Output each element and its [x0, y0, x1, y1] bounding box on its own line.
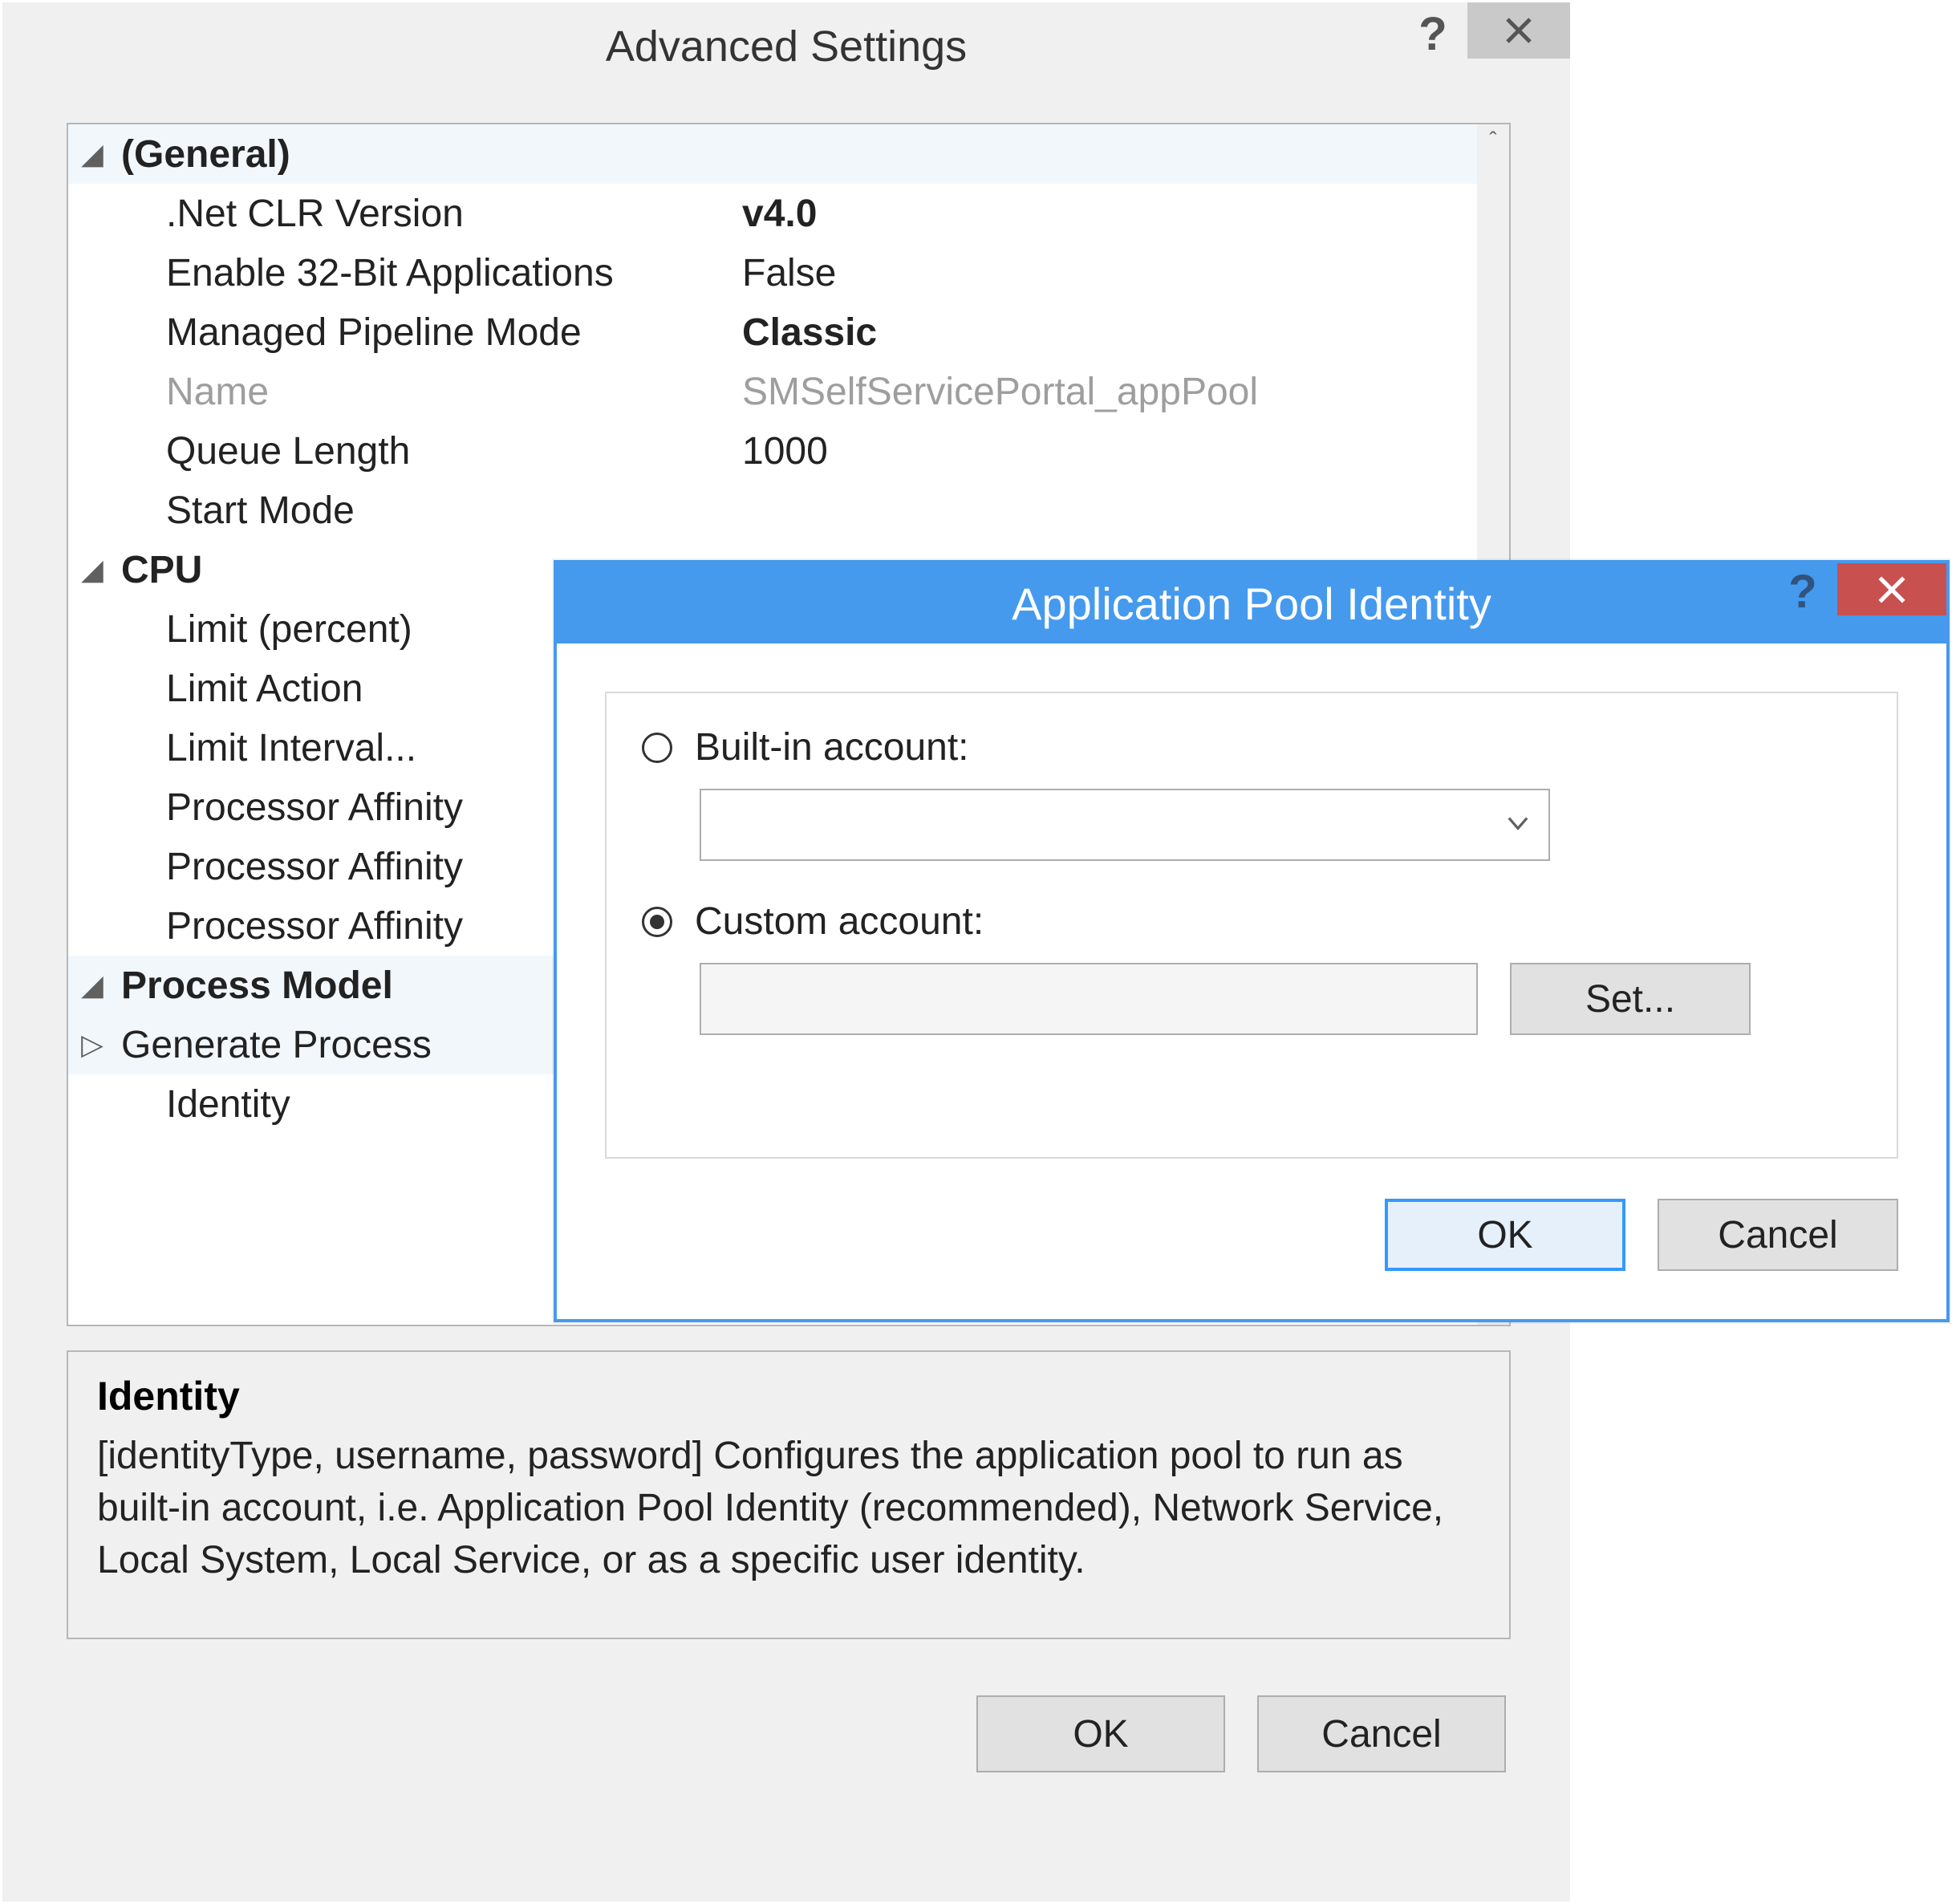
api-titlebar[interactable]: Application Pool Identity ?: [557, 563, 1946, 643]
built-in-account-combo[interactable]: [700, 789, 1550, 861]
property-help-panel: Identity [identityType, username, passwo…: [67, 1350, 1511, 1639]
expand-icon[interactable]: ▷: [68, 1028, 116, 1062]
api-body: Built-in account: Custom account: Set...: [605, 692, 1898, 1159]
close-button[interactable]: [1837, 563, 1946, 615]
set-button[interactable]: Set...: [1510, 963, 1751, 1035]
custom-account-option[interactable]: Custom account:: [642, 899, 1861, 944]
prop-managed-pipeline-mode[interactable]: Managed Pipeline Mode Classic: [68, 302, 1477, 362]
close-icon: [1875, 573, 1909, 607]
radio-checked-icon[interactable]: [642, 907, 672, 937]
prop-name: Name SMSelfServicePortal_appPool: [68, 362, 1477, 421]
prop-start-mode[interactable]: Start Mode: [68, 481, 1477, 540]
prop-enable-32bit[interactable]: Enable 32-Bit Applications False: [68, 243, 1477, 302]
custom-account-label: Custom account:: [695, 899, 984, 944]
prop-net-clr-version[interactable]: .Net CLR Version v4.0: [68, 184, 1477, 243]
collapse-icon[interactable]: ◢: [68, 553, 116, 587]
cancel-button[interactable]: Cancel: [1658, 1199, 1898, 1271]
help-text: [identityType, username, password] Confi…: [97, 1431, 1480, 1586]
prop-queue-length[interactable]: Queue Length 1000: [68, 421, 1477, 481]
close-icon: [1503, 14, 1535, 47]
collapse-icon[interactable]: ◢: [68, 137, 116, 171]
built-in-account-label: Built-in account:: [695, 725, 969, 769]
section-general[interactable]: ◢ (General): [68, 124, 1477, 184]
help-icon[interactable]: ?: [1398, 2, 1467, 59]
api-title: Application Pool Identity: [557, 578, 1946, 630]
ok-button[interactable]: OK: [976, 1695, 1225, 1772]
cancel-button[interactable]: Cancel: [1257, 1695, 1506, 1772]
help-title: Identity: [97, 1373, 1480, 1419]
built-in-account-option[interactable]: Built-in account:: [642, 725, 1861, 769]
close-button[interactable]: [1467, 2, 1570, 59]
help-icon[interactable]: ?: [1768, 563, 1837, 615]
advanced-settings-titlebar[interactable]: Advanced Settings ?: [2, 2, 1570, 91]
scroll-up-icon[interactable]: ˆ: [1477, 124, 1509, 156]
custom-account-field[interactable]: [700, 963, 1478, 1035]
advanced-settings-title: Advanced Settings: [2, 22, 1570, 71]
application-pool-identity-dialog: Application Pool Identity ? Built-in acc…: [554, 560, 1950, 1322]
radio-unchecked-icon[interactable]: [642, 733, 672, 763]
chevron-down-icon: [1505, 810, 1531, 840]
collapse-icon[interactable]: ◢: [68, 968, 116, 1002]
ok-button[interactable]: OK: [1385, 1199, 1625, 1271]
